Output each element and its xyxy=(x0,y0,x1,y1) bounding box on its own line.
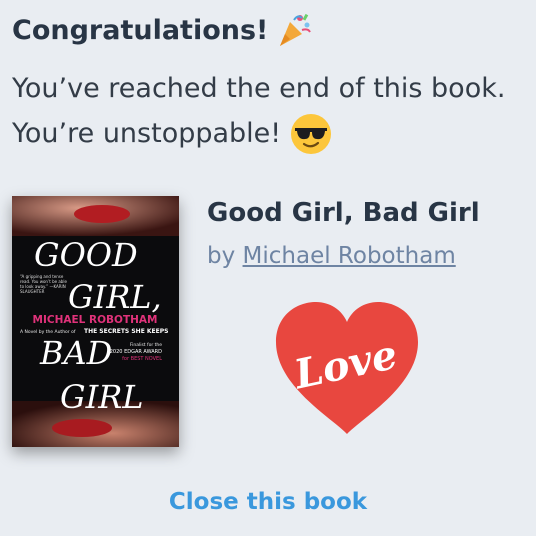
cover-tagline-title: THE SECRETS SHE KEEPS xyxy=(84,328,168,335)
congratulations-heading: Congratulations! xyxy=(12,10,314,50)
party-popper-icon xyxy=(274,10,314,50)
cover-award-1: Finalist for the xyxy=(130,342,162,348)
cover-tagline-prefix: A Novel by the Author of xyxy=(20,329,76,335)
page-title: Congratulations! xyxy=(12,14,269,46)
close-book-button[interactable]: Close this book xyxy=(0,489,536,515)
cover-blurb: “A gripping and tense read. You won’t be… xyxy=(20,274,67,294)
cover-author: MICHAEL ROBOTHAM xyxy=(33,314,158,326)
message-line-1: You’ve reached the end of this book. xyxy=(12,66,505,111)
cover-title-4: GIRL xyxy=(60,378,144,416)
cover-award-2: 2020 EDGAR AWARD xyxy=(110,349,162,355)
book-cover: GOOD GIRL, BAD GIRL “A gripping and tens… xyxy=(12,196,179,447)
message-line-2: You’re unstoppable! xyxy=(12,111,505,156)
message-text: You’ve reached the end of this book. xyxy=(12,73,506,104)
cover-title-1: GOOD xyxy=(34,236,138,274)
byline-prefix: by xyxy=(207,243,236,269)
sunglasses-face-icon xyxy=(289,112,333,156)
cover-award-3: for BEST NOVEL xyxy=(122,356,162,362)
book-byline: by Michael Robotham xyxy=(207,243,456,269)
message-text: You’re unstoppable! xyxy=(12,118,282,149)
author-link[interactable]: Michael Robotham xyxy=(243,243,456,269)
love-heart-badge: Love xyxy=(272,300,422,438)
book-title: Good Girl, Bad Girl xyxy=(207,198,480,228)
cover-title-3: BAD xyxy=(39,334,112,372)
cover-title-2: GIRL, xyxy=(68,278,162,316)
completion-message: You’ve reached the end of this book. You… xyxy=(12,66,505,156)
